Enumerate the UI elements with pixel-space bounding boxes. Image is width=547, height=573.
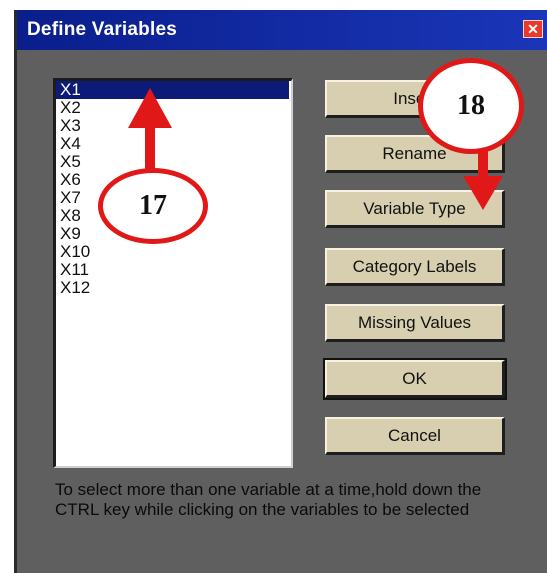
list-item-x5[interactable]: X5: [56, 153, 291, 171]
list-item-x10[interactable]: X10: [56, 243, 291, 261]
arrow-18-head: [463, 176, 503, 210]
close-button[interactable]: ✕: [523, 20, 543, 38]
category-labels-button[interactable]: Category Labels: [325, 248, 505, 286]
annotation-18-marker: 18: [418, 58, 524, 154]
list-item-x2[interactable]: X2: [56, 99, 291, 117]
annotation-17-label: 17: [139, 190, 167, 221]
annotation-17-marker: 17: [98, 168, 208, 244]
dialog-title: Define Variables: [27, 19, 177, 40]
list-item-x12[interactable]: X12: [56, 279, 291, 297]
missing-values-button[interactable]: Missing Values: [325, 304, 505, 342]
cancel-button[interactable]: Cancel: [325, 417, 505, 455]
close-icon: ✕: [527, 21, 539, 37]
ok-button[interactable]: OK: [323, 358, 507, 400]
list-item-x4[interactable]: X4: [56, 135, 291, 153]
list-item-x11[interactable]: X11: [56, 261, 291, 279]
selection-hint: To select more than one variable at a ti…: [55, 480, 482, 519]
arrow-17-head: [128, 88, 172, 128]
annotation-18-label: 18: [457, 90, 485, 121]
variable-list[interactable]: X1 X2 X3 X4 X5 X6 X7 X8 X9 X10 X11 X12: [53, 78, 293, 468]
list-item-x1[interactable]: X1: [56, 81, 289, 99]
title-bar: Define Variables ✕: [17, 10, 547, 50]
list-item-x3[interactable]: X3: [56, 117, 291, 135]
